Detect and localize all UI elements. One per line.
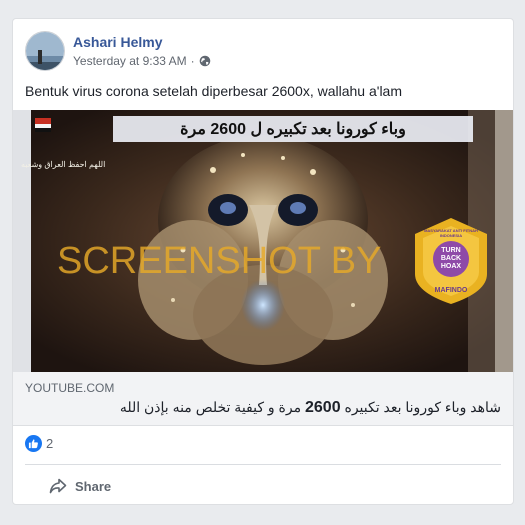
post-text: Bentuk virus corona setelah diperbesar 2…	[25, 83, 403, 99]
link-domain: youtube.com	[25, 381, 115, 395]
link-title[interactable]: شاهد وباء كورونا بعد تكبيره 2600 مرة و ك…	[120, 399, 501, 417]
link-preview[interactable]: youtube.com شاهد وباء كورونا بعد تكبيره …	[13, 372, 513, 426]
video-thumbnail[interactable]: وباء كورونا بعد تكبيره ل 2600 مرة اللهم …	[13, 110, 513, 372]
avatar[interactable]	[25, 31, 65, 71]
link-title-part-1: شاهد وباء كورونا بعد تكبيره	[340, 399, 501, 415]
share-button[interactable]: Share	[49, 474, 111, 498]
post-header: Ashari Helmy Yesterday at 9:33 AM ·	[25, 31, 211, 71]
post-card: Ashari Helmy Yesterday at 9:33 AM · Bent…	[12, 18, 514, 505]
action-divider	[25, 464, 501, 465]
mafindo-label: MAFINDO	[435, 287, 468, 294]
mafindo-badge-icon: MAFINDO TURN BACK HOAX MASYARAKAT ANTI F…	[411, 216, 491, 306]
video-banner-text: وباء كورونا بعد تكبيره ل 2600 مرة	[113, 116, 473, 142]
link-title-number: 2600	[305, 399, 341, 416]
separator-dot: ·	[190, 54, 195, 68]
badge-line-1: TURN	[441, 247, 461, 254]
reaction-count[interactable]: 2	[46, 436, 53, 451]
badge-line-3: HOAX	[440, 263, 462, 270]
link-title-part-2: مرة و كيفية تخلص منه بإذن الله	[119, 399, 305, 415]
video-side-caption: اللهم احفظ العراق وشعبه	[21, 160, 106, 169]
share-icon	[49, 478, 67, 494]
screenshot-watermark: SCREENSHOT BY	[57, 240, 382, 282]
like-icon	[25, 435, 42, 452]
post-timestamp[interactable]: Yesterday at 9:33 AM	[73, 53, 187, 69]
reaction-summary[interactable]: 2	[25, 435, 53, 452]
globe-icon[interactable]	[199, 55, 211, 67]
share-label: Share	[75, 478, 112, 494]
badge-ring-text: MASYARAKAT ANTI FITNAH INDONESIA	[424, 228, 478, 238]
author-name[interactable]: Ashari Helmy	[73, 33, 211, 51]
badge-line-2: BACK	[440, 255, 462, 262]
